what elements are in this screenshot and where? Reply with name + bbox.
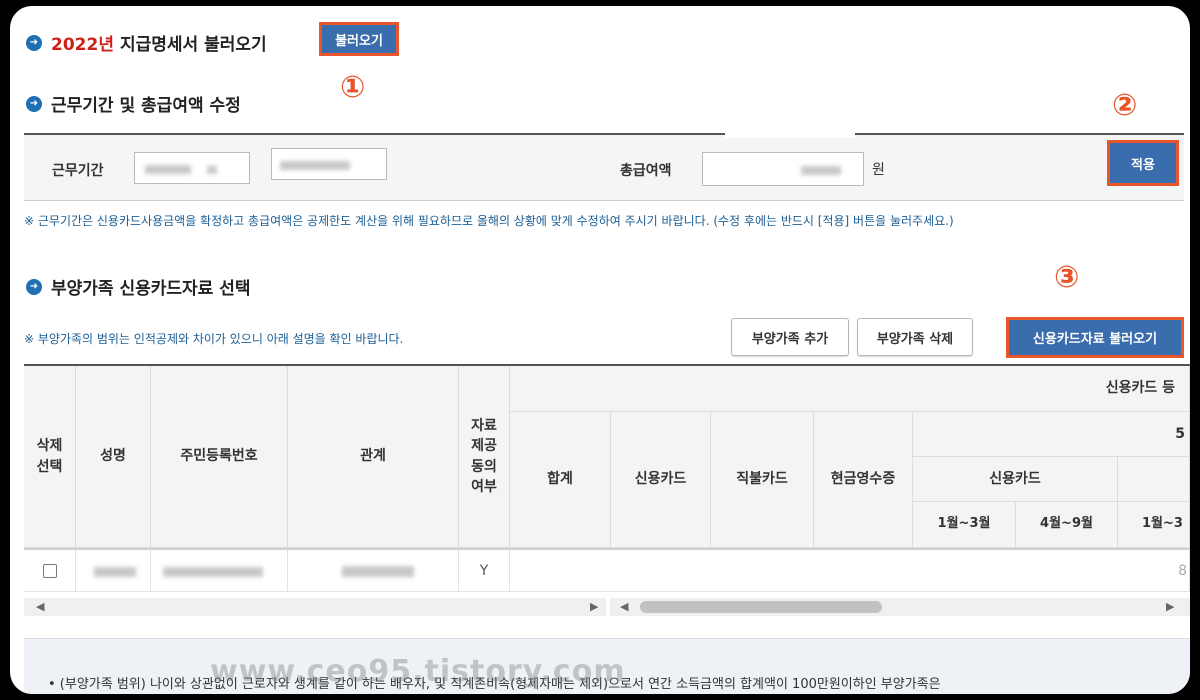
period-end-input[interactable] (271, 148, 387, 180)
col-debit: 직불카드 (711, 412, 814, 548)
section3-title: 부양가족 신용카드자료 선택 (51, 279, 251, 299)
section-title-dependents: ➜ 부양가족 신용카드자료 선택 (26, 274, 251, 299)
section-title-statement: ➜ 2022년 지급명세서 불러오기 (26, 30, 267, 55)
section2-title: 근무기간 및 총급여액 수정 (51, 96, 241, 116)
col-jan-mar-2: 1월~3 (1118, 502, 1190, 548)
section1-title: 지급명세서 불러오기 (119, 35, 267, 55)
scroll-left-icon[interactable]: ◀ (36, 600, 44, 613)
table-row-rrn (151, 548, 288, 592)
page: ➜ 2022년 지급명세서 불러오기 불러오기 ① ➜ 근무기간 및 총급여액 … (10, 6, 1190, 694)
period-notice: ※ 근무기간은 신용카드사용금액을 확정하고 총급여액은 공제한도 계산을 위해… (24, 214, 954, 228)
col-delete-select: 삭제 선택 (24, 366, 76, 548)
table-row-amounts: 8 (510, 548, 1190, 592)
period-salary-panel: 근무기간 총급여액 원 (24, 133, 1184, 201)
col-apr-sep: 4월~9월 (1016, 502, 1118, 548)
won-unit: 원 (872, 162, 885, 178)
col-name: 성명 (76, 366, 151, 548)
year-label: 2022년 (51, 35, 114, 55)
step-marker-2: ② (1112, 88, 1138, 123)
step-marker-3: ③ (1054, 260, 1080, 295)
masked-area (725, 118, 855, 138)
salary-label: 총급여액 (620, 163, 672, 179)
col-rrn: 주민등록번호 (151, 366, 288, 548)
salary-input[interactable] (702, 152, 864, 186)
apply-button[interactable]: 적용 (1107, 140, 1179, 186)
load-card-data-button[interactable]: 신용카드자료 불러오기 (1006, 317, 1184, 358)
col-jan-mar: 1월~3월 (913, 502, 1016, 548)
col-consent: 자료 제공 동의 여부 (459, 366, 510, 548)
dependents-notice: ※ 부양가족의 범위는 인적공제와 차이가 있으니 아래 설명을 확인 바랍니다… (24, 332, 404, 346)
add-dependent-button[interactable]: 부양가족 추가 (731, 318, 849, 356)
apply-button-label: 적용 (1119, 148, 1167, 178)
table-row-consent: Y (459, 548, 510, 592)
left-scrollbar[interactable] (24, 598, 606, 616)
scroll-right-icon[interactable]: ▶ (590, 600, 598, 613)
col-blank (1118, 457, 1190, 502)
col-credit: 신용카드 (611, 412, 711, 548)
period-start-input[interactable] (134, 152, 250, 184)
watermark: www.ceo95.tistory.com (210, 654, 626, 689)
col-group-card: 신용카드 등 (510, 366, 1190, 412)
col-cash: 현금영수증 (814, 412, 913, 548)
col-credit-period: 신용카드 (913, 457, 1118, 502)
arrow-right-icon: ➜ (26, 278, 42, 295)
delete-dependent-button[interactable]: 부양가족 삭제 (857, 318, 973, 356)
arrow-right-icon: ➜ (26, 95, 42, 112)
col-sub-group: 5 (913, 412, 1190, 457)
delete-checkbox[interactable] (42, 563, 57, 578)
col-relation: 관계 (288, 366, 459, 548)
step-marker-1: ① (340, 70, 366, 105)
period-label: 근무기간 (52, 163, 104, 179)
dependents-table: 삭제 선택 성명 주민등록번호 관계 자료 제공 동의 여부 신용카드 등 합계… (24, 364, 1190, 596)
load-statement-button[interactable]: 불러오기 (319, 22, 399, 56)
table-row-checkbox-cell (24, 548, 76, 592)
table-row-name (76, 548, 151, 592)
scroll-right-icon[interactable]: ▶ (1166, 600, 1174, 613)
table-row-relation (288, 548, 459, 592)
scroll-thumb[interactable] (640, 601, 882, 613)
arrow-right-icon: ➜ (26, 34, 42, 51)
col-total: 합계 (510, 412, 611, 548)
scroll-left-icon[interactable]: ◀ (620, 600, 628, 613)
section-title-period: ➜ 근무기간 및 총급여액 수정 (26, 91, 241, 116)
